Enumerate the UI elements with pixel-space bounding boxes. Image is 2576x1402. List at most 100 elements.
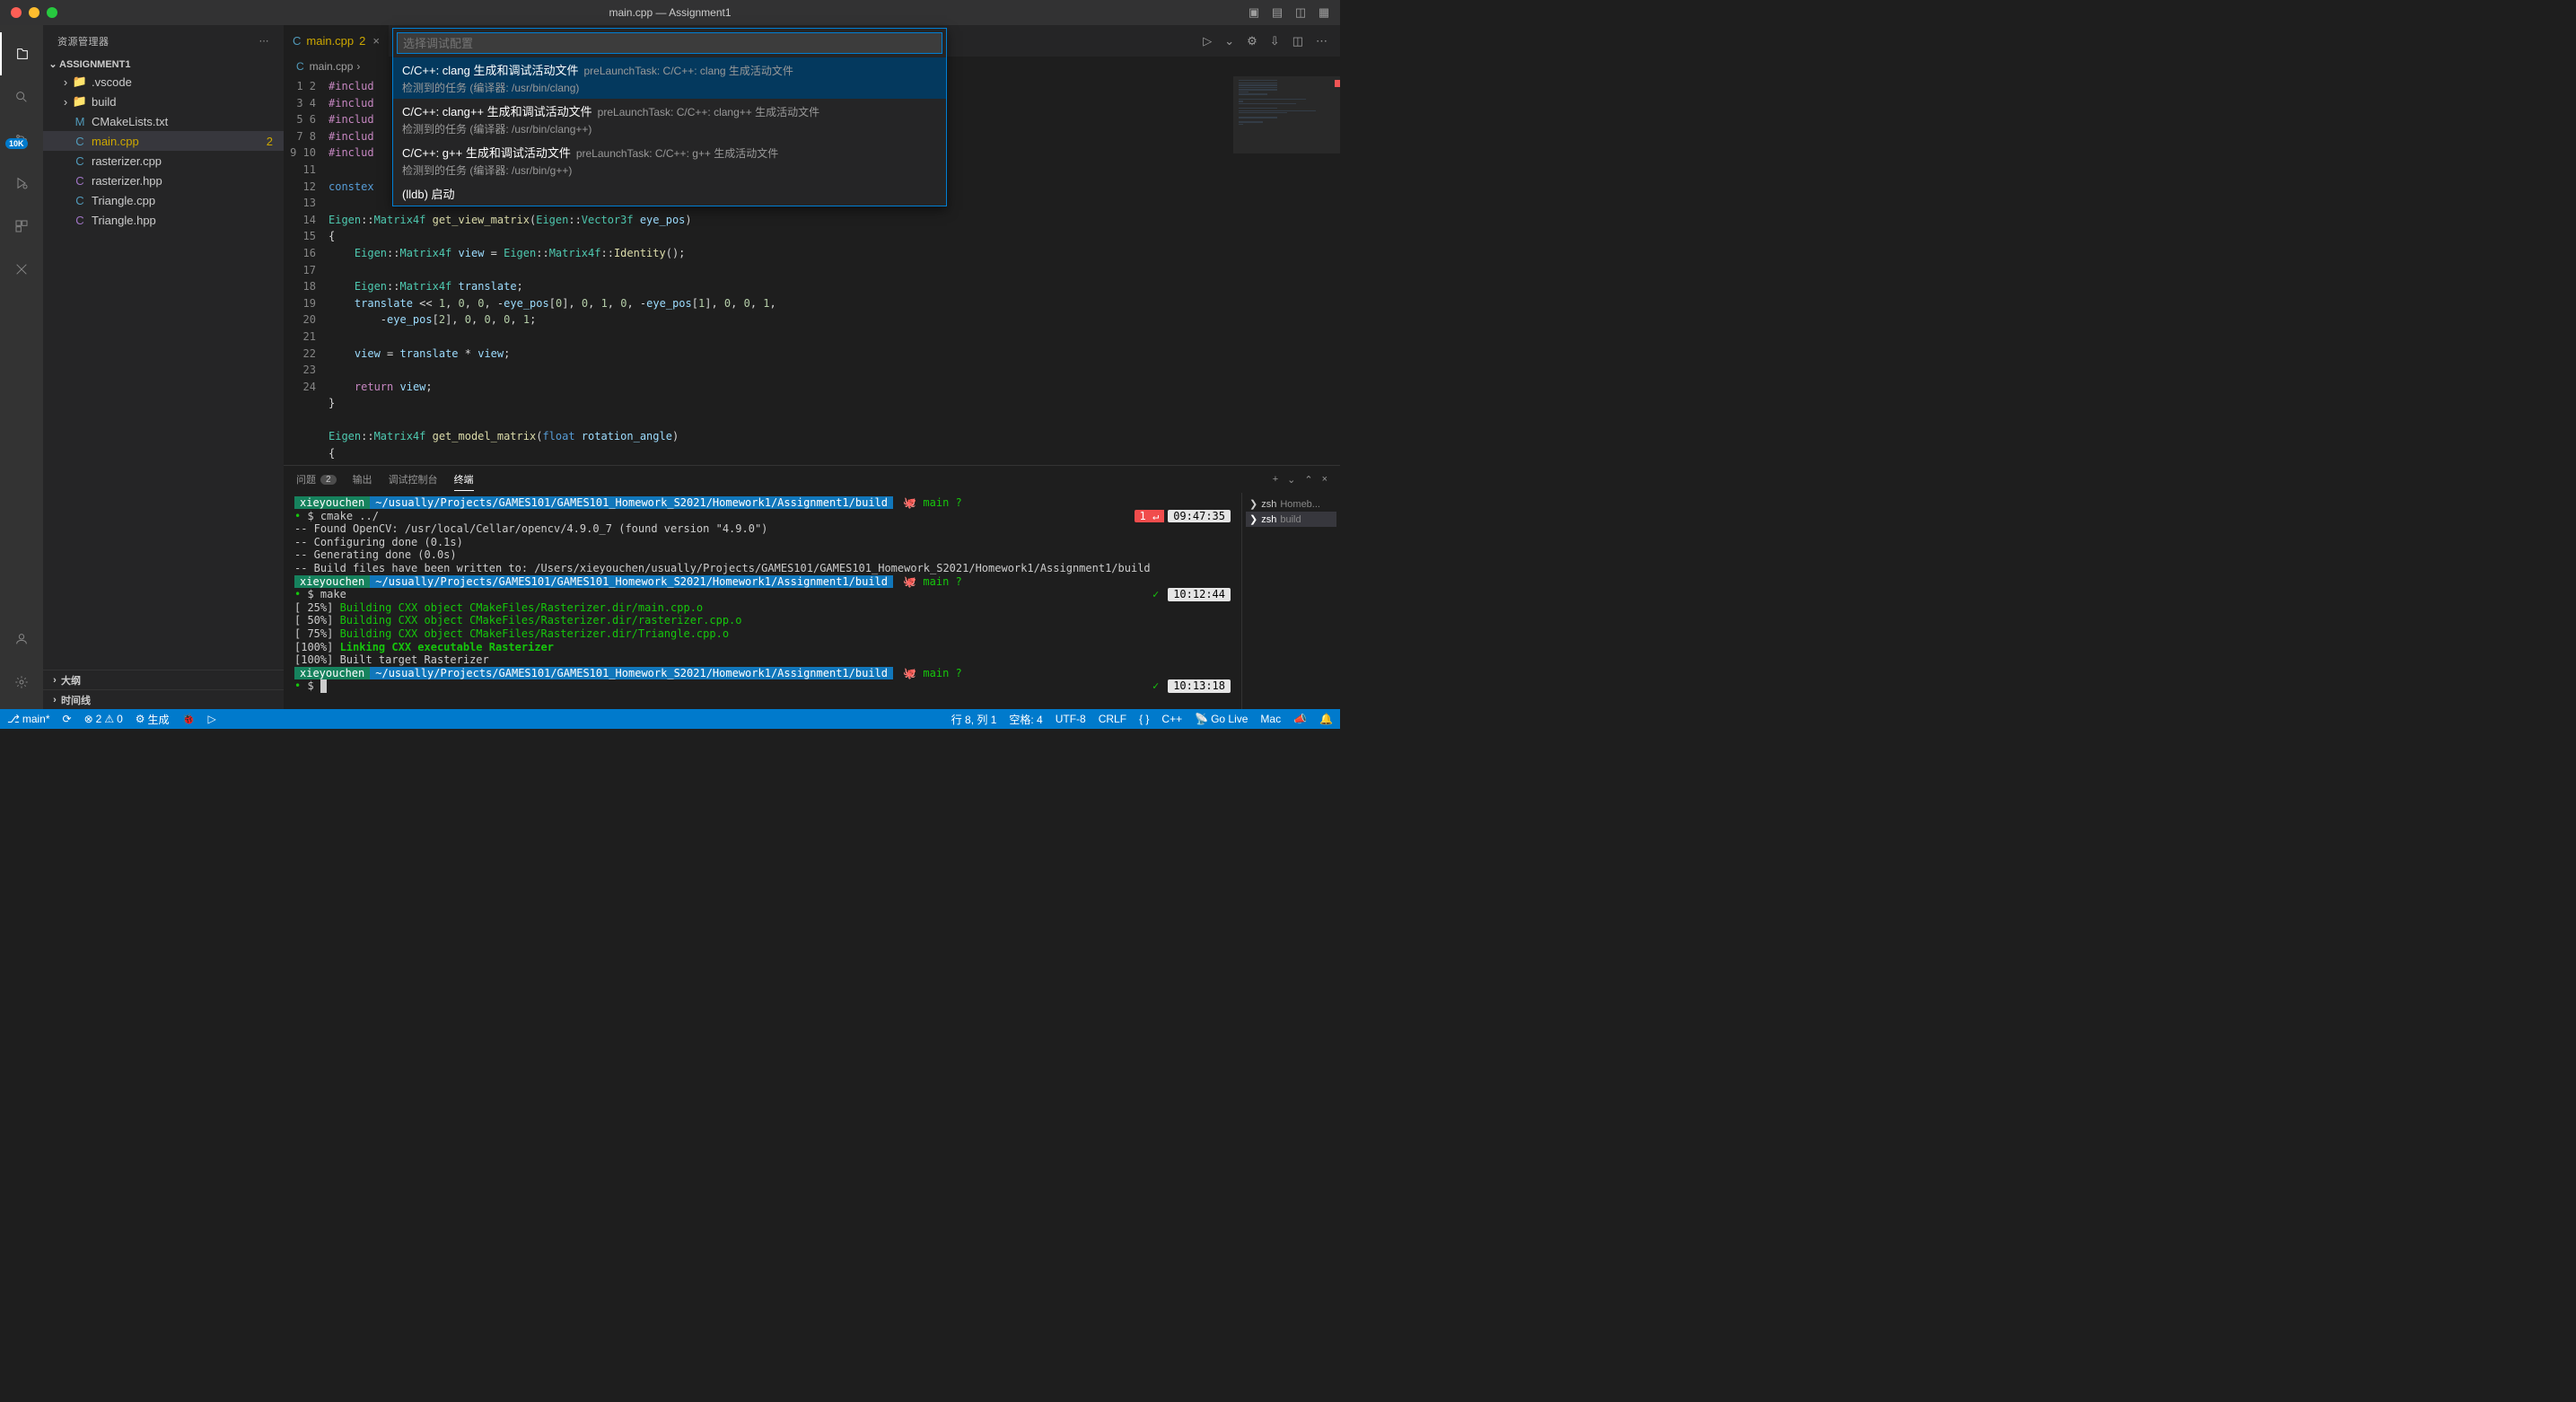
tree-file-rasterizer-cpp[interactable]: Crasterizer.cpp	[43, 151, 284, 171]
sidebar-explorer: 资源管理器 ⋯ ⌄ ASSIGNMENT1 ›📁.vscode ›📁build …	[43, 25, 284, 709]
status-sync[interactable]: ⟳	[63, 713, 72, 725]
sidebar-title-text: 资源管理器	[57, 34, 110, 48]
minimap[interactable]	[1232, 76, 1340, 465]
editor-actions: ▷ ⌄ ⚙ ⇩ ◫ ⋯	[1203, 34, 1340, 48]
minimize-window[interactable]	[29, 7, 39, 18]
status-indent[interactable]: 空格: 4	[1009, 712, 1042, 727]
close-window[interactable]	[11, 7, 22, 18]
sidebar-folder-name: ASSIGNMENT1	[59, 59, 130, 70]
status-debug[interactable]: 🐞	[182, 713, 196, 725]
tree-file-triangle-hpp[interactable]: CTriangle.hpp	[43, 210, 284, 230]
panel: 问题2 输出 调试控制台 终端 + ⌄ ⌃ × xieyouchen~/usua…	[284, 465, 1340, 709]
status-encoding[interactable]: UTF-8	[1056, 713, 1086, 725]
close-panel-icon[interactable]: ×	[1322, 474, 1327, 485]
cpp-file-icon: C	[293, 34, 301, 48]
activity-run-debug[interactable]	[0, 162, 43, 205]
terminal-tab-1[interactable]: ❯zsh Homeb...	[1246, 496, 1336, 512]
tree-file-triangle-cpp[interactable]: CTriangle.cpp	[43, 190, 284, 210]
activity-liveshare[interactable]	[0, 248, 43, 291]
activity-extensions[interactable]	[0, 205, 43, 248]
terminal-list: ❯zsh Homeb... ❯zsh build	[1241, 493, 1340, 709]
settings-gear-icon[interactable]: ⚙	[1247, 34, 1257, 48]
status-cursor[interactable]: 行 8, 列 1	[951, 712, 997, 727]
status-platform[interactable]: Mac	[1260, 713, 1281, 725]
status-build[interactable]: ⚙ 生成	[136, 712, 170, 727]
prompt-user: xieyouchen	[294, 496, 370, 509]
status-eol[interactable]: CRLF	[1099, 713, 1126, 725]
scm-badge: 10K	[5, 138, 28, 149]
sidebar-title: 资源管理器 ⋯	[43, 25, 284, 57]
terminal-tab-2[interactable]: ❯zsh build	[1246, 512, 1336, 527]
maximize-panel-icon[interactable]: ⌃	[1304, 474, 1312, 486]
debug-option-clangpp[interactable]: C/C++: clang++ 生成和调试活动文件preLaunchTask: C…	[393, 99, 946, 140]
activity-account[interactable]	[0, 618, 43, 661]
debug-config-picker: C/C++: clang 生成和调试活动文件preLaunchTask: C/C…	[392, 28, 947, 206]
status-problems[interactable]: ⊗ 2 ⚠ 0	[84, 713, 123, 725]
sidebar-timeline[interactable]: ›时间线	[43, 689, 284, 709]
debug-option-lldb[interactable]: (lldb) 启动	[393, 181, 946, 206]
chevron-down-icon: ⌄	[47, 58, 59, 70]
customize-layout-icon[interactable]: ▦	[1317, 5, 1331, 20]
cpp-file-icon: C	[296, 60, 304, 73]
terminal-icon: ❯	[1249, 513, 1257, 525]
file-tree: ›📁.vscode ›📁build MCMakeLists.txt Cmain.…	[43, 72, 284, 230]
problems-badge: 2	[320, 475, 337, 485]
sidebar-outline[interactable]: ›大纲	[43, 670, 284, 689]
status-feedback-icon[interactable]: 📣	[1293, 713, 1307, 725]
tab-close-icon[interactable]: ×	[372, 34, 380, 48]
debug-config-input[interactable]	[397, 32, 942, 54]
tree-file-main-cpp[interactable]: Cmain.cpp2	[43, 131, 284, 151]
tree-folder-vscode[interactable]: ›📁.vscode	[43, 72, 284, 92]
window-title: main.cpp — Assignment1	[609, 6, 731, 19]
debug-option-clang[interactable]: C/C++: clang 生成和调试活动文件preLaunchTask: C/C…	[393, 57, 946, 99]
new-terminal-icon[interactable]: +	[1273, 474, 1278, 485]
titlebar-layout-controls: ▣ ▤ ◫ ▦	[1247, 5, 1331, 20]
panel-tab-problems[interactable]: 问题2	[296, 472, 337, 486]
error-badge: 1 ↵	[1135, 510, 1165, 523]
terminal-icon: ❯	[1249, 498, 1257, 510]
panel-tab-debug-console[interactable]: 调试控制台	[389, 472, 438, 486]
more-actions-icon[interactable]: ⋯	[1316, 34, 1327, 48]
run-dropdown-icon[interactable]: ⌄	[1224, 34, 1234, 48]
chevron-right-icon: ›	[356, 60, 360, 73]
terminal-content[interactable]: xieyouchen~/usually/Projects/GAMES101/GA…	[284, 493, 1241, 709]
debug-option-gpp[interactable]: C/C++: g++ 生成和调试活动文件preLaunchTask: C/C++…	[393, 140, 946, 181]
tab-label: main.cpp	[306, 34, 354, 48]
window-controls	[0, 7, 57, 18]
activity-bar: 10K	[0, 25, 43, 709]
maximize-window[interactable]	[47, 7, 57, 18]
download-icon[interactable]: ⇩	[1270, 34, 1280, 48]
status-language[interactable]: C++	[1161, 713, 1182, 725]
split-editor-icon[interactable]: ◫	[1292, 34, 1303, 48]
panel-tab-output[interactable]: 输出	[353, 472, 372, 486]
file-problems-count: 2	[267, 135, 273, 148]
status-bar: ⎇ main* ⟳ ⊗ 2 ⚠ 0 ⚙ 生成 🐞 ▷ 行 8, 列 1 空格: …	[0, 709, 1340, 729]
toggle-primary-sidebar-icon[interactable]: ▣	[1247, 5, 1261, 20]
panel-tab-terminal[interactable]: 终端	[454, 472, 474, 491]
status-run[interactable]: ▷	[208, 713, 216, 725]
sidebar-more-icon[interactable]: ⋯	[259, 35, 270, 47]
prompt-branch: main ?	[923, 496, 961, 509]
status-brackets[interactable]: { }	[1139, 713, 1149, 725]
status-go-live[interactable]: 📡 Go Live	[1195, 713, 1248, 725]
tree-folder-build[interactable]: ›📁build	[43, 92, 284, 111]
tree-file-rasterizer-hpp[interactable]: Crasterizer.hpp	[43, 171, 284, 190]
run-icon[interactable]: ▷	[1203, 34, 1212, 48]
status-bell-icon[interactable]: 🔔	[1319, 713, 1333, 725]
panel-tabs: 问题2 输出 调试控制台 终端 + ⌄ ⌃ ×	[284, 466, 1340, 493]
prompt-path: ~/usually/Projects/GAMES101/GAMES101_Hom…	[370, 496, 893, 509]
status-branch[interactable]: ⎇ main*	[7, 713, 50, 725]
tree-file-cmakelists[interactable]: MCMakeLists.txt	[43, 111, 284, 131]
sidebar-folder-header[interactable]: ⌄ ASSIGNMENT1	[43, 57, 284, 72]
activity-settings[interactable]	[0, 661, 43, 704]
tab-main-cpp[interactable]: C main.cpp 2 ×	[284, 25, 390, 57]
activity-search[interactable]	[0, 75, 43, 118]
tab-problems-count: 2	[359, 34, 365, 48]
toggle-secondary-sidebar-icon[interactable]: ◫	[1293, 5, 1308, 20]
titlebar: main.cpp — Assignment1 ▣ ▤ ◫ ▦	[0, 0, 1340, 25]
toggle-panel-icon[interactable]: ▤	[1270, 5, 1284, 20]
breadcrumb-file: main.cpp	[310, 60, 354, 73]
time-badge: 09:47:35	[1168, 510, 1231, 523]
activity-explorer[interactable]	[0, 32, 43, 75]
terminal-dropdown-icon[interactable]: ⌄	[1287, 474, 1295, 486]
